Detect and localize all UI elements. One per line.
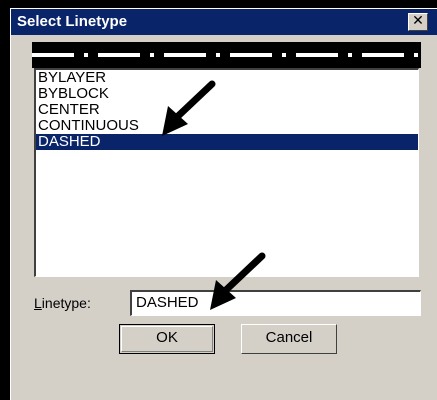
select-linetype-dialog: Select Linetype ✕ BYLAYER BYBLOCK CENTER… — [10, 8, 437, 400]
title-bar[interactable]: Select Linetype ✕ — [11, 9, 437, 35]
list-item-center[interactable]: CENTER — [36, 102, 418, 118]
close-icon[interactable]: ✕ — [408, 13, 428, 31]
linetype-preview — [32, 42, 421, 68]
list-item-bylayer[interactable]: BYLAYER — [36, 70, 418, 86]
list-item-byblock[interactable]: BYBLOCK — [36, 86, 418, 102]
arrow-annotation-icon — [162, 80, 216, 136]
linetype-label: Linetype: — [34, 295, 91, 311]
list-item-dashed[interactable]: DASHED — [36, 134, 418, 150]
list-item-continuous[interactable]: CONTINUOUS — [36, 118, 418, 134]
ok-button-label: OK — [156, 329, 178, 346]
linetype-list[interactable]: BYLAYER BYBLOCK CENTER CONTINUOUS DASHED — [34, 68, 419, 277]
arrow-annotation-icon-2 — [210, 252, 266, 310]
ok-button[interactable]: OK — [119, 324, 215, 354]
linetype-input[interactable]: DASHED — [130, 290, 421, 316]
linetype-label-accelerator: L — [34, 295, 42, 311]
window-title: Select Linetype — [17, 13, 128, 30]
linetype-label-rest: inetype: — [41, 295, 91, 311]
dashed-line-preview — [32, 53, 421, 57]
cancel-button[interactable]: Cancel — [241, 324, 337, 354]
